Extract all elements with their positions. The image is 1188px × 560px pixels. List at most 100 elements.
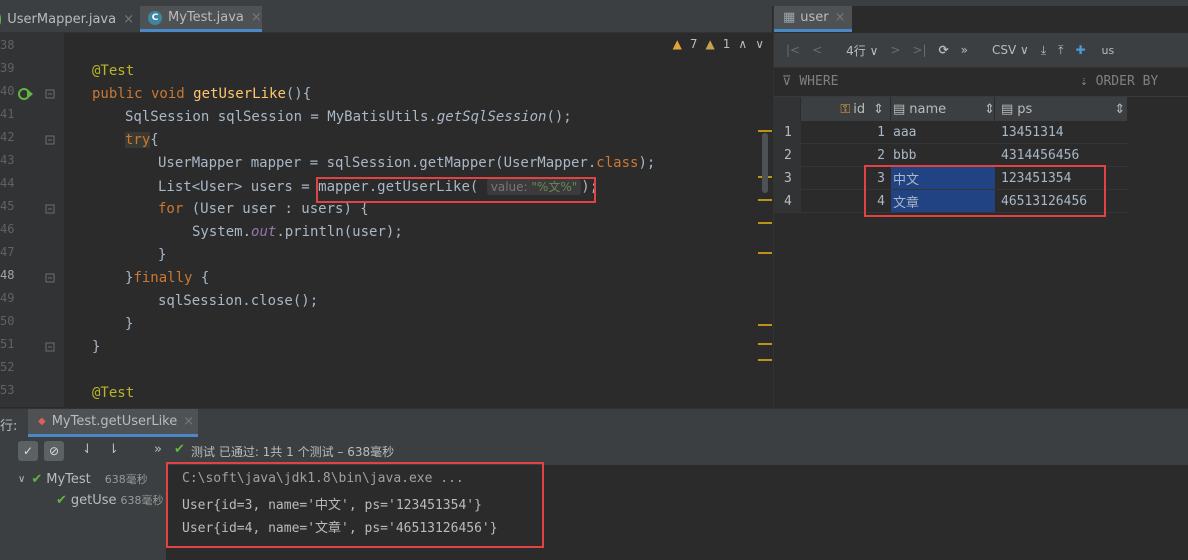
weak-warning-icon: ▲ — [705, 37, 715, 51]
error-stripe-mark[interactable] — [758, 199, 772, 201]
inspection-widget[interactable]: ▲ 7 ▲ 1 ∧ ∨ — [673, 37, 764, 51]
show-ignored-button[interactable]: ⊘ — [44, 441, 64, 461]
tree-label: getUse — [70, 492, 117, 508]
database-panel: ▦ user × |< < 4行 ∨ > >| ⟳ » CSV ∨ ⤓ ⤒ ✚ … — [773, 6, 1188, 407]
close-icon[interactable]: × — [123, 12, 134, 27]
more-icon[interactable]: » — [154, 442, 162, 457]
cell-id[interactable]: 2 — [801, 144, 891, 167]
tab-label: UserMapper.java — [7, 11, 117, 27]
line-number: 49 — [0, 291, 15, 305]
line-number: 41 — [0, 107, 15, 121]
row-number: 1 — [774, 121, 801, 144]
line-number: 53 — [0, 383, 15, 397]
run-tool-header: 行: ◆ MyTest.getUserLike × — [0, 408, 1188, 438]
tab-run-config[interactable]: ◆ MyTest.getUserLike × — [28, 409, 198, 437]
highlight-box — [864, 165, 1106, 217]
highlight-box — [166, 462, 544, 548]
line-number: 40 — [0, 84, 15, 98]
row-number: 2 — [774, 144, 801, 167]
run-prefix: 行: — [0, 419, 18, 434]
cell-name[interactable]: aaa — [891, 121, 995, 144]
export-format-dropdown[interactable]: CSV ∨ — [980, 43, 1029, 57]
tree-item-mytest[interactable]: ∨ ✔ MyTest 638毫秒 — [6, 469, 166, 489]
pass-icon: ✔ — [174, 442, 185, 457]
run-test-icon[interactable] — [18, 87, 34, 101]
tab-mytest[interactable]: C MyTest.java × — [140, 6, 262, 32]
line-number: 52 — [0, 360, 15, 374]
column-header-name[interactable]: ▤ name ⇕ — [891, 97, 995, 121]
download-icon[interactable]: ⤓ — [1041, 43, 1046, 58]
show-passed-button[interactable]: ✓ — [18, 441, 38, 461]
fold-icon[interactable] — [45, 135, 55, 145]
console-output[interactable]: C:\soft\java\jdk1.8\bin\java.exe ... Use… — [166, 462, 1188, 560]
first-page-icon[interactable]: |< — [786, 43, 800, 57]
cell-name[interactable]: bbb — [891, 144, 995, 167]
line-number: 51 — [0, 337, 15, 351]
code-editor[interactable]: 38 39 40 41 42 43 44 45 46 47 48 49 50 5… — [0, 33, 772, 407]
row-number: 4 — [774, 190, 801, 213]
chevron-down-icon[interactable]: ∨ — [755, 37, 764, 51]
compare-icon[interactable]: ✚ — [1075, 43, 1085, 57]
error-stripe-mark[interactable] — [758, 130, 772, 132]
code-line: sqlSession.close(); — [158, 293, 319, 309]
tree-item-getuserlike[interactable]: ✔ getUse 638毫秒 — [56, 490, 166, 510]
cell-ps[interactable]: 13451314 — [995, 121, 1128, 144]
editor-scrollbar[interactable] — [762, 133, 768, 193]
table-row[interactable]: 1 1 aaa 13451314 — [774, 121, 1128, 144]
column-header-ps[interactable]: ▤ ps ⇕ — [995, 97, 1128, 121]
pass-icon: ✔ — [56, 492, 67, 508]
connection-label[interactable]: us — [1102, 44, 1115, 57]
table-row[interactable]: 2 2 bbb 4314456456 — [774, 144, 1128, 167]
column-header-id[interactable]: ⚿ id ⇕ — [801, 97, 891, 121]
editor-tab-bar: UserMapper.java × C MyTest.java × — [0, 6, 772, 33]
line-number: 42 — [0, 130, 15, 144]
line-number: 38 — [0, 38, 15, 52]
table-icon: ▦ — [783, 10, 796, 25]
more-icon[interactable]: » — [961, 43, 968, 57]
close-icon[interactable]: × — [251, 10, 262, 25]
tab-label: user — [800, 10, 829, 25]
grid-corner — [774, 97, 801, 121]
warning-icon: ▲ — [672, 37, 682, 51]
close-icon[interactable]: × — [183, 414, 194, 429]
code-line: SqlSession sqlSession = MyBatisUtils.get… — [125, 109, 572, 125]
line-number: 47 — [0, 245, 15, 259]
chevron-up-icon[interactable]: ∧ — [738, 37, 747, 51]
cell-ps[interactable]: 4314456456 — [995, 144, 1128, 167]
fold-icon[interactable] — [45, 342, 55, 352]
next-page-icon[interactable]: > — [890, 43, 900, 57]
fold-icon[interactable] — [45, 204, 55, 214]
error-stripe-mark[interactable] — [758, 252, 772, 254]
pass-icon: ✔ — [31, 471, 43, 487]
error-stripe-mark[interactable] — [758, 343, 772, 345]
tab-usermapper[interactable]: UserMapper.java × — [0, 6, 134, 32]
line-number: 45 — [0, 199, 15, 213]
row-number: 3 — [774, 167, 801, 190]
sort-duration-icon[interactable]: ⇂ — [108, 442, 119, 457]
cell-id[interactable]: 1 — [801, 121, 891, 144]
error-stripe-mark[interactable] — [758, 222, 772, 224]
where-filter[interactable]: ⊽ WHERE — [782, 74, 838, 89]
close-icon[interactable]: × — [835, 10, 846, 25]
refresh-icon[interactable]: ⟳ — [939, 43, 949, 57]
last-page-icon[interactable]: >| — [912, 43, 926, 57]
fold-icon[interactable] — [45, 89, 55, 99]
tab-label: MyTest.getUserLike — [51, 414, 178, 429]
fold-icon[interactable] — [45, 273, 55, 283]
duration: 638毫秒 — [104, 473, 148, 486]
line-number: 50 — [0, 314, 15, 328]
rows-dropdown[interactable]: 4行 ∨ — [834, 42, 878, 59]
tab-user-table[interactable]: ▦ user × — [774, 6, 852, 32]
sort-alpha-icon[interactable]: ⇃ — [82, 442, 93, 457]
upload-icon[interactable]: ⤒ — [1058, 43, 1063, 58]
error-stripe-mark[interactable] — [758, 324, 772, 326]
highlight-box — [316, 177, 596, 203]
error-stripe-mark[interactable] — [758, 359, 772, 361]
code-line: UserMapper mapper = sqlSession.getMapper… — [158, 155, 656, 171]
chevron-down-icon[interactable]: ∨ — [18, 474, 25, 485]
prev-page-icon[interactable]: < — [812, 43, 822, 57]
order-by-filter[interactable]: ⇣ ORDER BY — [1080, 74, 1158, 89]
line-number: 46 — [0, 222, 15, 236]
run-config-icon: ◆ — [38, 416, 46, 427]
code-line: } — [92, 339, 101, 355]
